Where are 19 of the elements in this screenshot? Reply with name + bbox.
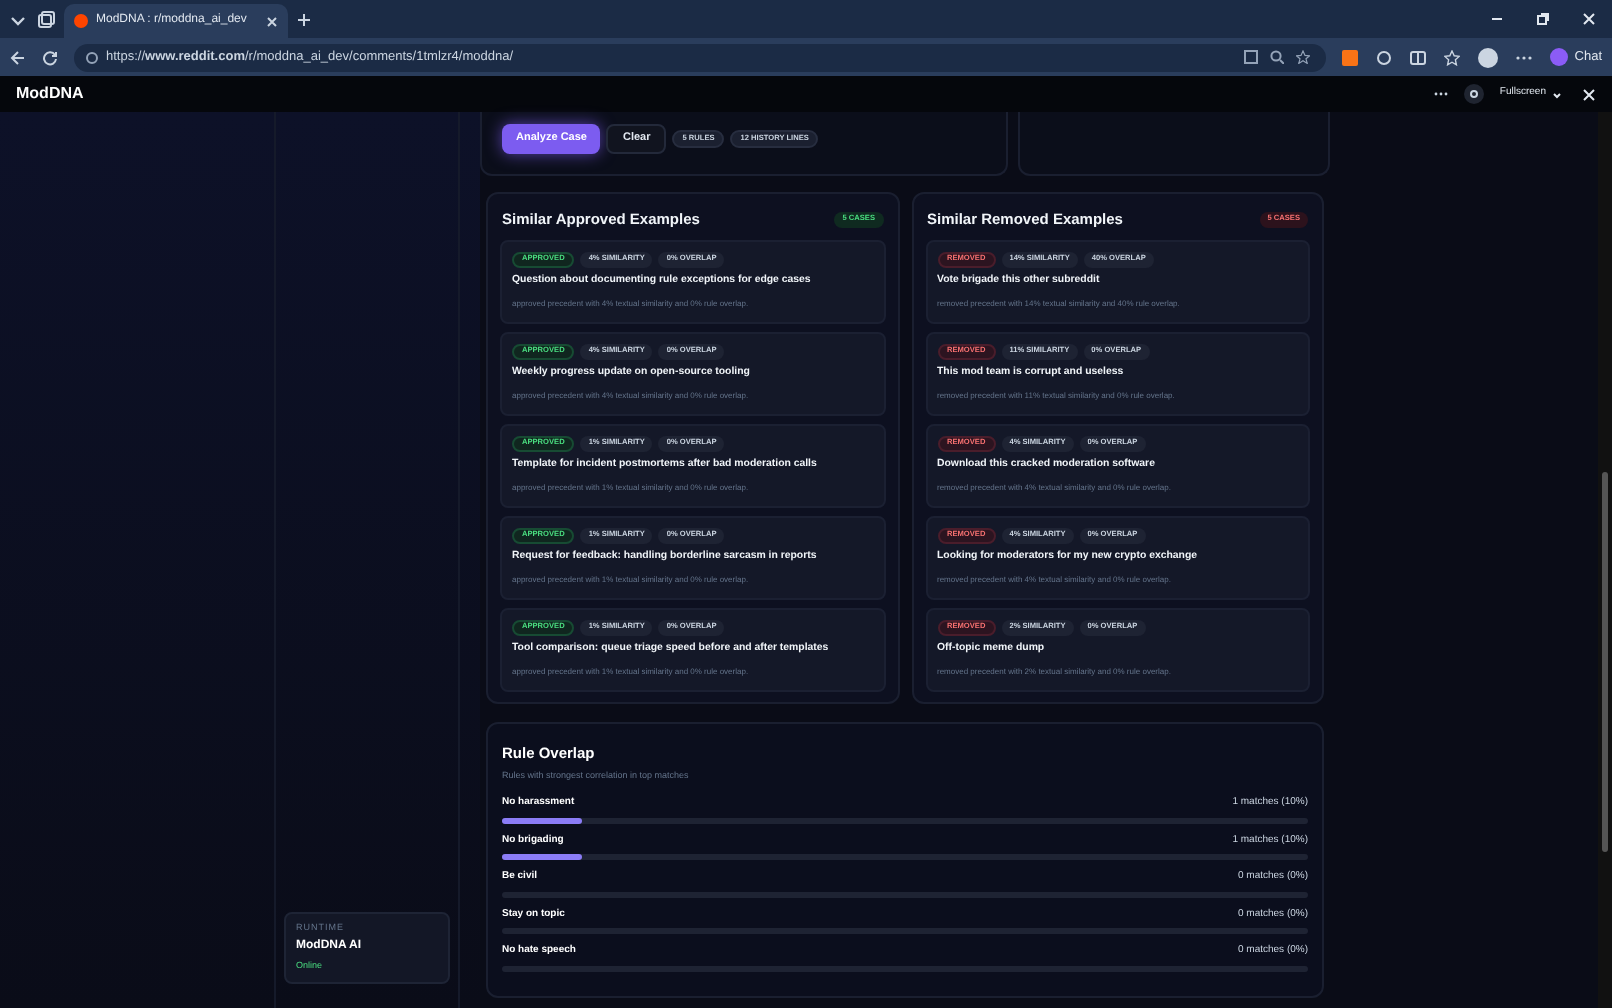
zoom-icon[interactable] — [1270, 50, 1285, 64]
new-tab-icon[interactable] — [296, 11, 312, 27]
profile-avatar[interactable] — [1478, 47, 1499, 67]
back-icon[interactable] — [10, 49, 26, 65]
restore-icon[interactable] — [1536, 12, 1550, 26]
split-screen-icon[interactable] — [1410, 49, 1427, 65]
apps-icon[interactable] — [1244, 50, 1259, 64]
close-icon[interactable] — [1582, 12, 1596, 26]
close-icon[interactable] — [1582, 87, 1596, 101]
favorites-icon[interactable] — [1444, 49, 1461, 65]
tabs-icon[interactable] — [36, 9, 56, 29]
app-title: ModDNA — [16, 82, 86, 106]
star-icon[interactable] — [1296, 50, 1311, 64]
minimize-icon[interactable] — [1490, 12, 1504, 26]
refresh-icon[interactable] — [42, 49, 58, 65]
close-icon[interactable] — [266, 15, 278, 27]
caret-icon — [1552, 89, 1562, 99]
theme-toggle[interactable] — [1463, 84, 1484, 104]
scrollbar[interactable] — [1598, 112, 1612, 1008]
